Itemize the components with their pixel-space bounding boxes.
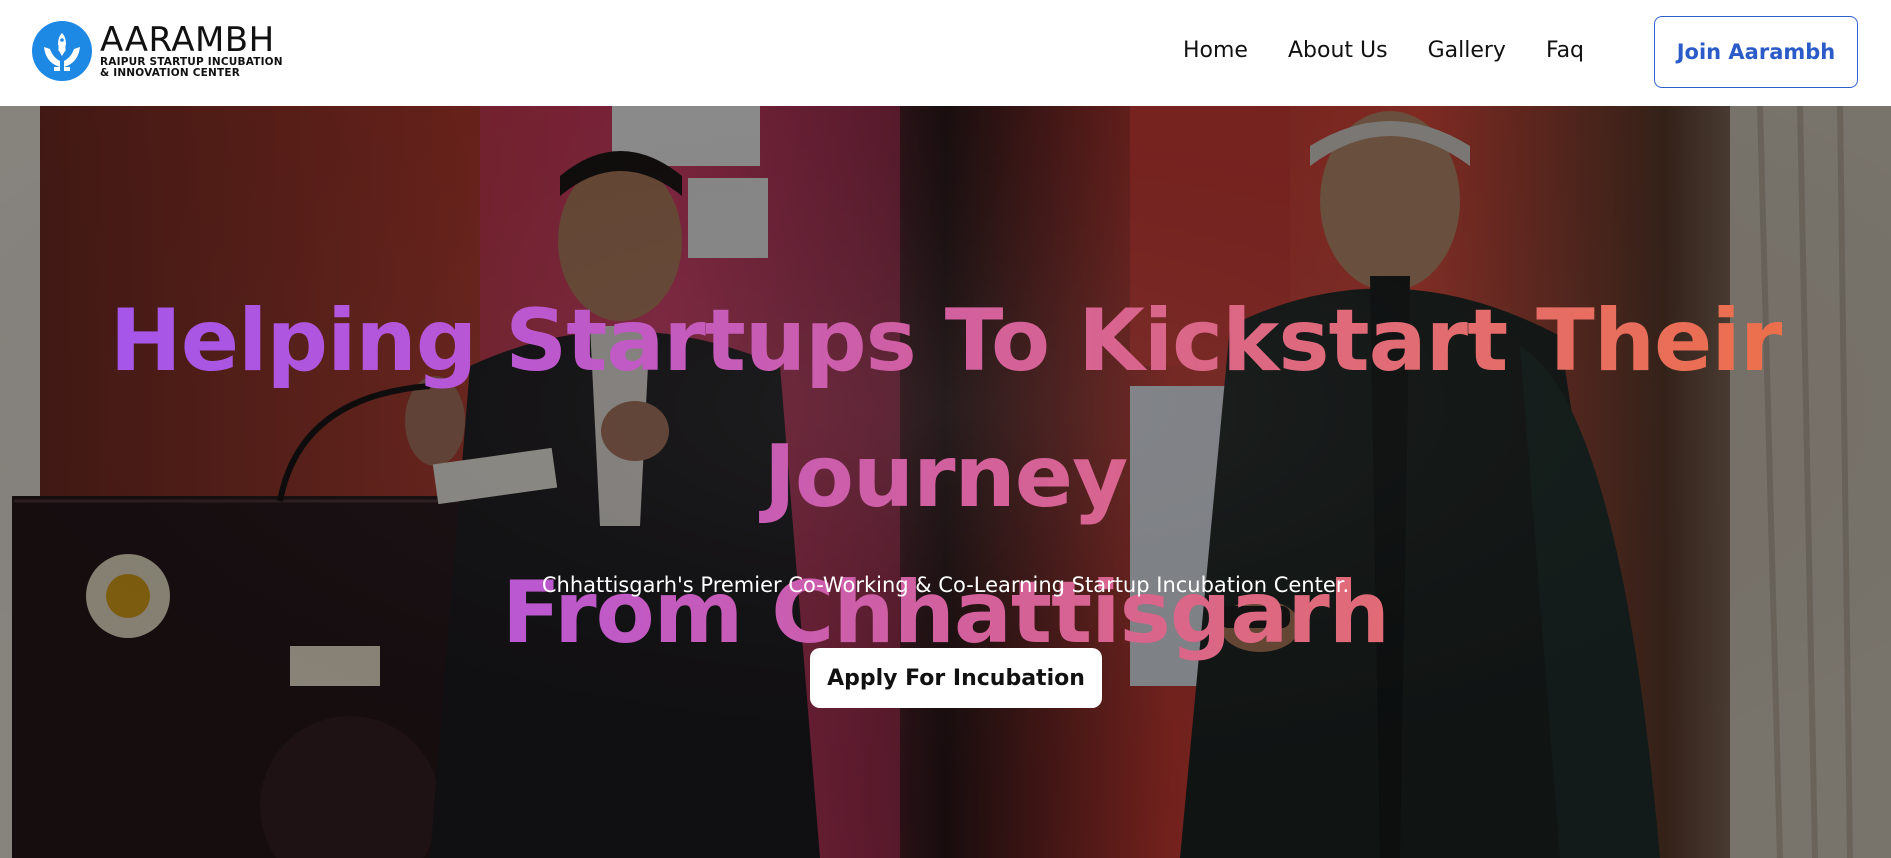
brand-logo-link[interactable]: AARAMBH RAIPUR STARTUP INCUBATION & INNO… — [32, 21, 283, 81]
hands-rocket-icon — [32, 21, 92, 81]
brand-text: AARAMBH RAIPUR STARTUP INCUBATION & INNO… — [100, 23, 283, 79]
navbar: AARAMBH RAIPUR STARTUP INCUBATION & INNO… — [0, 0, 1891, 106]
hero-section: Helping Startups To Kickstart Their Jour… — [0, 106, 1891, 858]
nav-link-about-us[interactable]: About Us — [1288, 36, 1388, 66]
nav-link-home[interactable]: Home — [1183, 36, 1248, 66]
nav-link-gallery[interactable]: Gallery — [1428, 36, 1506, 66]
hero-subtitle: Chhattisgarh's Premier Co-Working & Co-L… — [541, 573, 1350, 597]
hero-title: Helping Startups To Kickstart Their Jour… — [0, 273, 1891, 681]
brand-name: AARAMBH — [100, 20, 275, 60]
nav-link-faq[interactable]: Faq — [1546, 36, 1584, 66]
main-nav: Home About Us Gallery Faq — [1183, 36, 1584, 66]
join-aarambh-button[interactable]: Join Aarambh — [1654, 16, 1858, 88]
hero-title-line1: Helping Startups To Kickstart Their Jour… — [109, 291, 1782, 527]
apply-for-incubation-button[interactable]: Apply For Incubation — [810, 648, 1102, 708]
brand-subtitle-line2: & INNOVATION CENTER — [100, 67, 240, 79]
